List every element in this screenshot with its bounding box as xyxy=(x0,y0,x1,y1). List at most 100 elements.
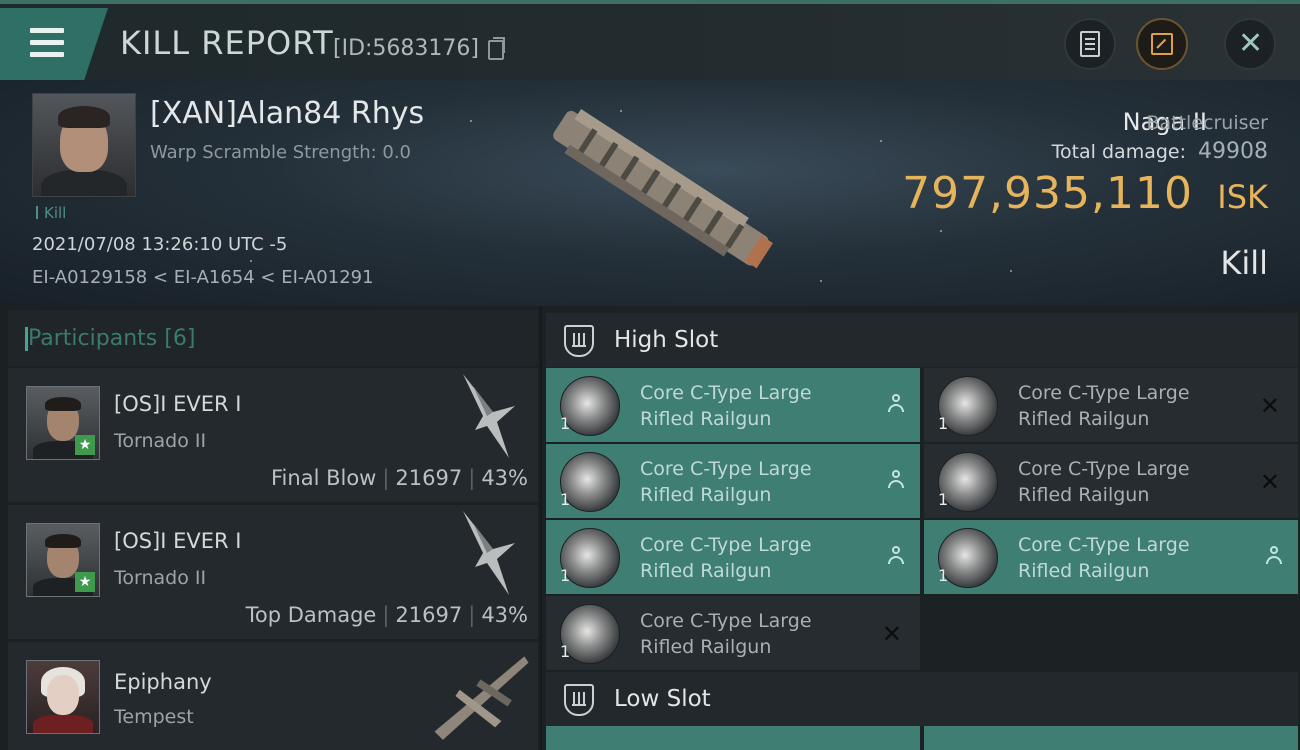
participant-name: [OS]I EVER I xyxy=(114,392,242,416)
participant-ship-image xyxy=(463,511,515,595)
module-name-line2: Rifled Railgun xyxy=(1018,560,1150,582)
participant-row[interactable]: Epiphany Tempest xyxy=(8,642,538,750)
module-name-line2: Rifled Railgun xyxy=(640,636,772,658)
module-name-line1: Core C-Type Large xyxy=(640,534,812,556)
kill-tag: Kill xyxy=(36,204,66,222)
participant-stats: Top Damage | 21697 | 43% xyxy=(245,603,528,627)
module-item[interactable] xyxy=(924,726,1298,750)
page-title: KILL REPORT xyxy=(120,24,334,62)
participant-name: Epiphany xyxy=(114,670,212,694)
module-name-line2: Rifled Railgun xyxy=(640,560,772,582)
copy-icon[interactable] xyxy=(488,37,505,60)
module-name-line1: Core C-Type Large xyxy=(640,382,812,404)
victim-portrait[interactable] xyxy=(32,93,136,197)
participants-label: Participants xyxy=(28,326,158,351)
high-slot-icon xyxy=(564,325,594,357)
module-item[interactable]: 1 Core C-Type Large Rifled Railgun ✕ xyxy=(924,444,1298,518)
module-name: Core C-Type Large Rifled Railgun xyxy=(640,456,812,508)
module-item[interactable]: 1 Core C-Type Large Rifled Railgun ✕ xyxy=(924,368,1298,442)
low-slot-header: Low Slot xyxy=(546,672,1298,726)
kill-datetime: 2021/07/08 13:26:10 UTC -5 xyxy=(32,234,288,255)
participant-stats: Final Blow | 21697 | 43% xyxy=(271,466,528,490)
module-quantity: 1 xyxy=(938,566,949,585)
participants-count: [6] xyxy=(164,326,196,351)
clipboard-icon xyxy=(1080,31,1100,57)
star-badge-icon: ★ xyxy=(75,435,95,455)
participant-ship: Tornado II xyxy=(114,430,207,452)
module-quantity: 1 xyxy=(560,642,571,661)
total-damage-value: 49908 xyxy=(1198,139,1268,164)
clipboard-button[interactable] xyxy=(1064,18,1116,70)
module-name-line2: Rifled Railgun xyxy=(640,484,772,506)
participant-percent: 43% xyxy=(481,603,528,627)
dropped-person-icon xyxy=(888,470,904,490)
victim-name[interactable]: [XAN]Alan84 Rhys xyxy=(150,96,424,131)
share-button[interactable] xyxy=(1136,18,1188,70)
isk-value: 797,935,110 xyxy=(902,168,1193,219)
module-item[interactable]: 1 Core C-Type Large Rifled Railgun xyxy=(546,368,920,442)
participant-row[interactable]: ★ [OS]I EVER I Tornado II Top Damage | 216… xyxy=(8,505,538,639)
participant-damage: 21697 xyxy=(395,466,463,490)
module-name-line1: Core C-Type Large xyxy=(1018,382,1190,404)
destroyed-x-icon: ✕ xyxy=(1259,392,1280,420)
participants-title: Participants [6] xyxy=(24,326,196,351)
participant-ship-image xyxy=(463,374,515,458)
dropped-person-icon xyxy=(1266,546,1282,566)
module-name-line1: Core C-Type Large xyxy=(640,610,812,632)
module-item[interactable]: 1 Core C-Type Large Rifled Railgun xyxy=(546,520,920,594)
participant-ship: Tornado II xyxy=(114,567,207,589)
module-name-line2: Rifled Railgun xyxy=(640,408,772,430)
menu-button[interactable] xyxy=(0,8,108,80)
module-quantity: 1 xyxy=(560,490,571,509)
star-badge-icon: ★ xyxy=(75,572,95,592)
destroyed-x-icon: ✕ xyxy=(1259,468,1280,496)
participant-role: Top Damage xyxy=(245,603,377,627)
participant-name: [OS]I EVER I xyxy=(114,529,242,553)
module-item[interactable] xyxy=(546,726,920,750)
module-name: Core C-Type Large Rifled Railgun xyxy=(640,380,812,432)
victim-ship-class: Battlecruiser xyxy=(1146,112,1268,134)
participant-percent: 43% xyxy=(481,466,528,490)
total-damage-label: Total damage: xyxy=(1051,141,1186,163)
module-item[interactable]: 1 Core C-Type Large Rifled Railgun xyxy=(546,444,920,518)
high-slot-header: High Slot xyxy=(546,313,1298,367)
module-name: Core C-Type Large Rifled Railgun xyxy=(640,608,812,660)
hamburger-icon xyxy=(30,28,64,64)
dropped-person-icon xyxy=(888,394,904,414)
warp-scramble: Warp Scramble Strength: 0.0 xyxy=(150,142,412,163)
participant-row[interactable]: ★ [OS]I EVER I Tornado II Final Blow | 216… xyxy=(8,368,538,502)
low-slot-icon xyxy=(564,684,594,716)
module-quantity: 1 xyxy=(938,490,949,509)
module-name-line2: Rifled Railgun xyxy=(1018,408,1150,430)
module-name: Core C-Type Large Rifled Railgun xyxy=(640,532,812,584)
dropped-person-icon xyxy=(888,546,904,566)
module-name-line2: Rifled Railgun xyxy=(1018,484,1150,506)
module-name: Core C-Type Large Rifled Railgun xyxy=(1018,380,1190,432)
module-item[interactable]: 1 Core C-Type Large Rifled Railgun xyxy=(924,520,1298,594)
low-slot-label: Low Slot xyxy=(614,686,711,712)
kill-result: Kill xyxy=(1220,244,1268,282)
module-name-line1: Core C-Type Large xyxy=(1018,534,1190,556)
participant-damage: 21697 xyxy=(395,603,463,627)
module-quantity: 1 xyxy=(560,414,571,433)
module-item[interactable]: 1 Core C-Type Large Rifled Railgun ✕ xyxy=(546,596,920,670)
share-icon xyxy=(1151,33,1173,55)
module-name: Core C-Type Large Rifled Railgun xyxy=(1018,532,1190,584)
module-name: Core C-Type Large Rifled Railgun xyxy=(1018,456,1190,508)
participant-portrait xyxy=(26,660,100,734)
title-bar: KILL REPORT [ID:5683176] ✕ xyxy=(0,0,1300,80)
report-id: [ID:5683176] xyxy=(333,36,479,61)
participant-role: Final Blow xyxy=(271,466,377,490)
high-slot-label: High Slot xyxy=(614,327,719,353)
module-quantity: 1 xyxy=(938,414,949,433)
destroyed-x-icon: ✕ xyxy=(881,620,902,648)
close-button[interactable]: ✕ xyxy=(1224,18,1276,70)
participant-ship-image xyxy=(434,656,529,740)
module-name-line1: Core C-Type Large xyxy=(1018,458,1190,480)
close-icon: ✕ xyxy=(1238,26,1264,61)
participant-ship: Tempest xyxy=(114,706,194,728)
module-name-line1: Core C-Type Large xyxy=(640,458,812,480)
module-quantity: 1 xyxy=(560,566,571,585)
system-route: EI-A0129158 < EI-A1654 < EI-A01291 xyxy=(32,267,374,288)
isk-unit: ISK xyxy=(1217,178,1268,216)
